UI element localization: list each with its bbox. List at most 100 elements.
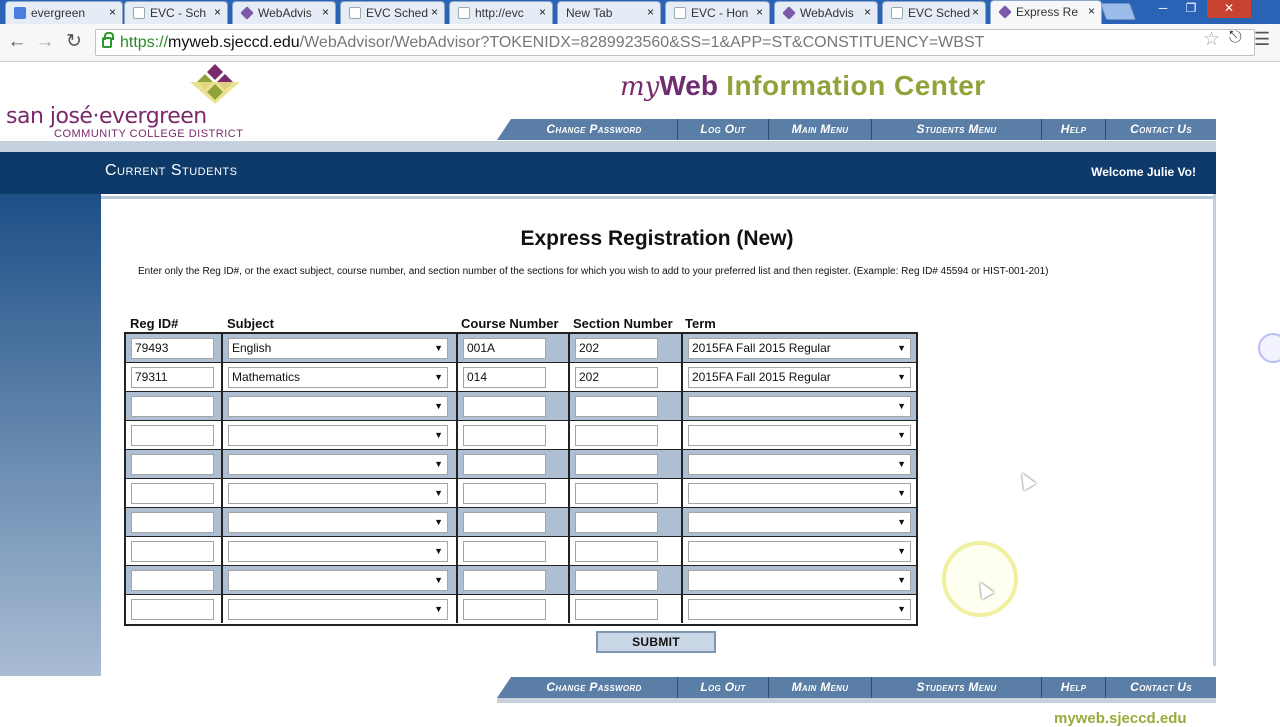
browser-tab[interactable]: Express Re × bbox=[990, 0, 1102, 24]
nav-main-menu[interactable]: Main Menu bbox=[768, 119, 871, 140]
address-bar[interactable]: https://myweb.sjeccd.edu/WebAdvisor/WebA… bbox=[95, 29, 1255, 56]
extension-icon[interactable]: ⎋ bbox=[1229, 29, 1242, 47]
browser-tab[interactable]: http://evc × bbox=[449, 1, 553, 24]
nav-log-out[interactable]: Log Out bbox=[677, 119, 768, 140]
dropdown-arrow-icon[interactable]: ▼ bbox=[434, 397, 443, 416]
dropdown-arrow-icon[interactable]: ▼ bbox=[434, 600, 443, 619]
bookmark-star-icon[interactable]: ☆ bbox=[1203, 28, 1220, 51]
reg-id-input[interactable] bbox=[131, 541, 214, 562]
footer-nav-help[interactable]: Help bbox=[1041, 677, 1105, 698]
dropdown-arrow-icon[interactable]: ▼ bbox=[897, 484, 906, 503]
reload-icon[interactable]: ↻ bbox=[62, 30, 86, 54]
reg-id-input[interactable]: 79493 bbox=[131, 338, 214, 359]
browser-tab[interactable]: EVC Sched × bbox=[340, 1, 445, 24]
subject-select[interactable]: ▼ bbox=[228, 541, 448, 562]
dropdown-arrow-icon[interactable]: ▼ bbox=[434, 339, 443, 358]
browser-menu-icon[interactable]: ☰ bbox=[1254, 29, 1270, 50]
dropdown-arrow-icon[interactable]: ▼ bbox=[897, 397, 906, 416]
district-logo[interactable]: san josé·evergreen COMMUNITY COLLEGE DIS… bbox=[6, 62, 246, 142]
section-number-input[interactable] bbox=[575, 483, 658, 504]
new-tab-button[interactable] bbox=[1099, 3, 1137, 20]
browser-tab[interactable]: WebAdvis × bbox=[232, 1, 336, 24]
reg-id-input[interactable] bbox=[131, 396, 214, 417]
course-number-input[interactable] bbox=[463, 483, 546, 504]
window-close-icon[interactable]: ✕ bbox=[1207, 0, 1251, 18]
reg-id-input[interactable] bbox=[131, 454, 214, 475]
footer-nav-change-password[interactable]: Change Password bbox=[511, 677, 677, 698]
subject-select[interactable]: ▼ bbox=[228, 483, 448, 504]
reg-id-input[interactable] bbox=[131, 425, 214, 446]
dropdown-arrow-icon[interactable]: ▼ bbox=[434, 571, 443, 590]
term-select[interactable]: 2015FA Fall 2015 Regular ▼ bbox=[688, 367, 911, 388]
subject-select[interactable]: ▼ bbox=[228, 396, 448, 417]
tab-close-icon[interactable]: × bbox=[109, 5, 116, 19]
tab-close-icon[interactable]: × bbox=[431, 5, 438, 19]
dropdown-arrow-icon[interactable]: ▼ bbox=[434, 484, 443, 503]
tab-close-icon[interactable]: × bbox=[214, 5, 221, 19]
tab-close-icon[interactable]: × bbox=[322, 5, 329, 19]
term-select[interactable]: ▼ bbox=[688, 541, 911, 562]
course-number-input[interactable] bbox=[463, 396, 546, 417]
course-number-input[interactable] bbox=[463, 512, 546, 533]
dropdown-arrow-icon[interactable]: ▼ bbox=[897, 368, 906, 387]
dropdown-arrow-icon[interactable]: ▼ bbox=[434, 542, 443, 561]
dropdown-arrow-icon[interactable]: ▼ bbox=[897, 571, 906, 590]
restore-icon[interactable]: ❐ bbox=[1178, 0, 1204, 18]
tab-close-icon[interactable]: × bbox=[864, 5, 871, 19]
course-number-input[interactable] bbox=[463, 599, 546, 620]
dropdown-arrow-icon[interactable]: ▼ bbox=[897, 600, 906, 619]
section-number-input[interactable] bbox=[575, 570, 658, 591]
course-number-input[interactable] bbox=[463, 425, 546, 446]
browser-tab[interactable]: EVC - Sch × bbox=[124, 1, 228, 24]
browser-tab[interactable]: WebAdvis × bbox=[774, 1, 878, 24]
term-select[interactable]: ▼ bbox=[688, 483, 911, 504]
term-select[interactable]: ▼ bbox=[688, 454, 911, 475]
submit-button[interactable]: SUBMIT bbox=[596, 631, 716, 653]
subject-select[interactable]: English ▼ bbox=[228, 338, 448, 359]
footer-nav-contact-us[interactable]: Contact Us bbox=[1105, 677, 1216, 698]
dropdown-arrow-icon[interactable]: ▼ bbox=[434, 513, 443, 532]
dropdown-arrow-icon[interactable]: ▼ bbox=[897, 513, 906, 532]
section-number-input[interactable] bbox=[575, 512, 658, 533]
subject-select[interactable]: ▼ bbox=[228, 570, 448, 591]
section-number-input[interactable] bbox=[575, 396, 658, 417]
dropdown-arrow-icon[interactable]: ▼ bbox=[897, 542, 906, 561]
term-select[interactable]: 2015FA Fall 2015 Regular ▼ bbox=[688, 338, 911, 359]
dropdown-arrow-icon[interactable]: ▼ bbox=[434, 426, 443, 445]
dropdown-arrow-icon[interactable]: ▼ bbox=[897, 455, 906, 474]
dropdown-arrow-icon[interactable]: ▼ bbox=[897, 426, 906, 445]
reg-id-input[interactable] bbox=[131, 512, 214, 533]
section-number-input[interactable]: 202 bbox=[575, 338, 658, 359]
footer-nav-main-menu[interactable]: Main Menu bbox=[768, 677, 871, 698]
tab-close-icon[interactable]: × bbox=[972, 5, 979, 19]
course-number-input[interactable]: 014 bbox=[463, 367, 546, 388]
section-number-input[interactable] bbox=[575, 541, 658, 562]
reg-id-input[interactable] bbox=[131, 483, 214, 504]
nav-contact-us[interactable]: Contact Us bbox=[1105, 119, 1216, 140]
tab-close-icon[interactable]: × bbox=[756, 5, 763, 19]
nav-help[interactable]: Help bbox=[1041, 119, 1105, 140]
term-select[interactable]: ▼ bbox=[688, 425, 911, 446]
forward-arrow-icon[interactable]: → bbox=[33, 30, 57, 54]
course-number-input[interactable] bbox=[463, 570, 546, 591]
footer-nav-students-menu[interactable]: Students Menu bbox=[871, 677, 1041, 698]
subject-select[interactable]: ▼ bbox=[228, 454, 448, 475]
footer-nav-log-out[interactable]: Log Out bbox=[677, 677, 768, 698]
tab-close-icon[interactable]: × bbox=[1088, 4, 1095, 18]
subject-select[interactable]: Mathematics ▼ bbox=[228, 367, 448, 388]
back-arrow-icon[interactable]: ← bbox=[5, 30, 29, 54]
dropdown-arrow-icon[interactable]: ▼ bbox=[434, 455, 443, 474]
term-select[interactable]: ▼ bbox=[688, 599, 911, 620]
dropdown-arrow-icon[interactable]: ▼ bbox=[897, 339, 906, 358]
subject-select[interactable]: ▼ bbox=[228, 512, 448, 533]
tab-close-icon[interactable]: × bbox=[539, 5, 546, 19]
section-number-input[interactable]: 202 bbox=[575, 367, 658, 388]
tab-close-icon[interactable]: × bbox=[647, 5, 654, 19]
minimize-icon[interactable]: ─ bbox=[1150, 0, 1176, 18]
browser-tab[interactable]: New Tab × bbox=[557, 1, 661, 24]
course-number-input[interactable] bbox=[463, 454, 546, 475]
term-select[interactable]: ▼ bbox=[688, 570, 911, 591]
nav-students-menu[interactable]: Students Menu bbox=[871, 119, 1041, 140]
reg-id-input[interactable] bbox=[131, 570, 214, 591]
browser-tab[interactable]: EVC Sched × bbox=[882, 1, 986, 24]
